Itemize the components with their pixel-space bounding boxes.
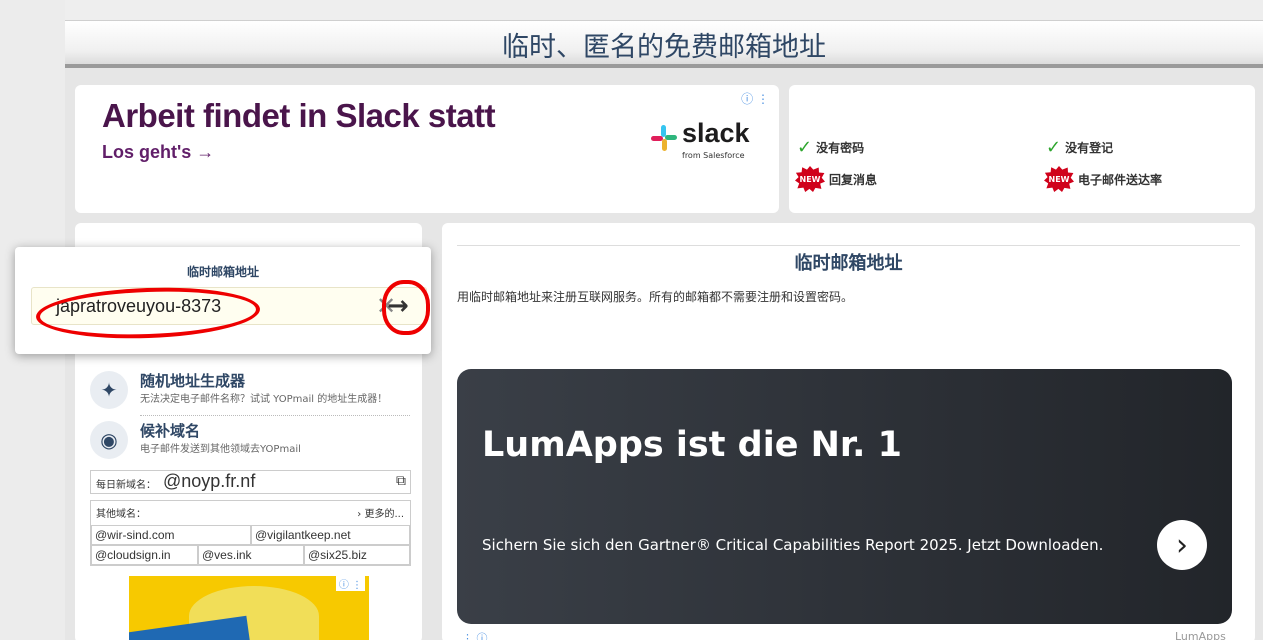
daily-domain-label: 每日新域名： xyxy=(96,480,156,491)
ad-info-icon[interactable]: ⋮ ⓘ xyxy=(462,630,488,640)
feature-no-signup: ✓ 没有登记 xyxy=(1046,137,1113,158)
chevron-right-icon[interactable]: › xyxy=(1157,520,1207,570)
tool-random-generator[interactable]: ✦ 随机地址生成器 无法决定电子邮件名称？试试 YOPmail 的地址生成器！ xyxy=(90,368,410,412)
tool-subtitle: 电子邮件发送到其他领域去YOPmail xyxy=(140,444,301,455)
check-icon: ✓ xyxy=(797,137,813,158)
red-annotation-circle xyxy=(382,280,430,335)
check-icon: ✓ xyxy=(1046,137,1062,158)
ad-cta-link[interactable]: Los geht's → xyxy=(102,142,214,163)
divider xyxy=(457,245,1240,246)
top-strip xyxy=(65,0,1263,20)
ad-subtext: Sichern Sie sich den Gartner® Critical C… xyxy=(482,536,1104,554)
tool-title: 候补域名 xyxy=(140,422,201,440)
feature-label: 没有密码 xyxy=(816,141,865,155)
features-panel: ✓ 没有密码 ✓ 没有登记 NEW 回复消息 NEW 电子邮件送达率 xyxy=(789,85,1255,213)
feature-label: 没有登记 xyxy=(1065,141,1114,155)
ad-headline: LumApps ist die Nr. 1 xyxy=(482,425,903,465)
section-description: 用临时邮箱地址来注册互联网服务。所有的邮箱都不需要注册和设置密码。 xyxy=(457,290,854,304)
header-bar: 临时、匿名的免费邮箱地址 xyxy=(65,20,1263,68)
domain-item[interactable]: @six25.biz xyxy=(304,545,410,565)
globe-icon: ◉ xyxy=(90,421,128,459)
brand-name: slack xyxy=(682,118,750,148)
brand-sub: from Salesforce xyxy=(682,151,745,160)
divider xyxy=(140,415,410,416)
email-input-label: 临时邮箱地址 xyxy=(186,265,259,279)
feature-label: 回复消息 xyxy=(829,172,878,187)
feature-reply: NEW 回复消息 xyxy=(795,166,877,192)
magic-wand-icon: ✦ xyxy=(90,371,128,409)
ad-info-icon[interactable]: ⓘ ⋮ xyxy=(335,576,365,591)
copy-icon[interactable]: ⧉ xyxy=(396,473,406,489)
domain-item[interactable]: @cloudsign.in xyxy=(91,545,198,565)
tool-subtitle: 无法决定电子邮件名称？试试 YOPmail 的地址生成器！ xyxy=(140,394,388,405)
feature-label: 电子邮件送达率 xyxy=(1078,172,1163,187)
ad-info-icon[interactable]: ⓘ ⋮ xyxy=(741,90,769,107)
new-badge-icon: NEW xyxy=(795,166,825,192)
lumapps-ad[interactable]: LumApps ist die Nr. 1 Sichern Sie sich d… xyxy=(457,369,1232,624)
other-domains: 其他域名： › 更多的... @wir-sind.com @vigilantke… xyxy=(90,500,411,566)
slack-logo-icon xyxy=(651,125,677,151)
slack-ad[interactable]: Arbeit findet in Slack statt Los geht's … xyxy=(75,85,779,213)
daily-domain: 每日新域名： @noyp.fr.nf ⧉ xyxy=(90,470,411,494)
more-domains-link[interactable]: › 更多的... xyxy=(357,505,404,520)
slack-logo: slack from Salesforce xyxy=(650,118,760,170)
banana-ad[interactable]: ⓘ ⋮ xyxy=(129,576,369,640)
tool-alt-domains[interactable]: ◉ 候补域名 电子邮件发送到其他领域去YOPmail xyxy=(90,418,410,462)
domain-item[interactable]: @wir-sind.com xyxy=(91,525,251,545)
feature-no-password: ✓ 没有密码 xyxy=(797,137,864,158)
feature-deliverability: NEW 电子邮件送达率 xyxy=(1044,166,1162,192)
new-badge-icon: NEW xyxy=(1044,166,1074,192)
other-domains-label: 其他域名： xyxy=(96,509,146,520)
section-title: 临时邮箱地址 xyxy=(794,253,903,274)
ad-advertiser: LumApps xyxy=(1175,630,1226,640)
daily-domain-value: @noyp.fr.nf xyxy=(163,471,256,491)
domain-item[interactable]: @vigilantkeep.net xyxy=(251,525,410,545)
ad-headline: Arbeit findet in Slack statt xyxy=(102,97,496,134)
domain-item[interactable]: @ves.ink xyxy=(198,545,304,565)
tool-title: 随机地址生成器 xyxy=(140,372,246,390)
page-title: 临时、匿名的免费邮箱地址 xyxy=(502,32,826,63)
